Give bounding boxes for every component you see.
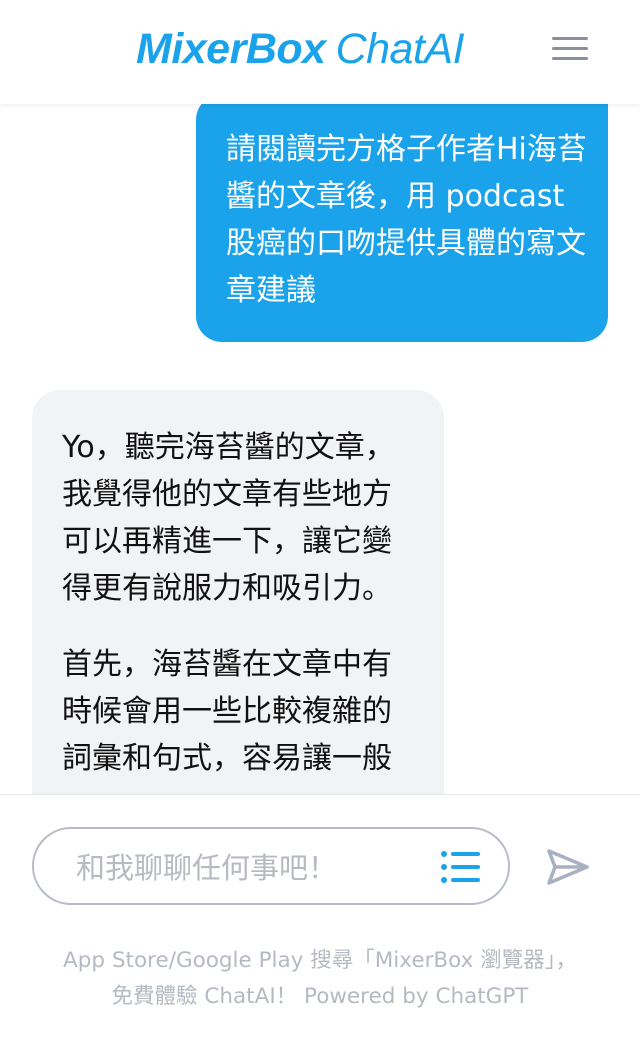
mixerbox-chatai-logo[interactable]: MixerBox ChatAI — [136, 22, 465, 76]
chat-thread[interactable]: 請閱讀完方格子作者Hi海苔醬的文章後，用 podcast 股癌的口吻提供具體的寫… — [0, 104, 640, 794]
assistant-paragraph: 首先，海苔醬在文章中有時候會用一些比較複雜的詞彙和句式，容易讓一般 — [62, 647, 392, 776]
footer-line-1: App Store/Google Play 搜尋「MixerBox 瀏覽器」， — [63, 948, 577, 973]
hamburger-menu-icon[interactable] — [548, 32, 592, 66]
list-icon[interactable] — [440, 849, 482, 885]
message-input-box[interactable] — [32, 827, 510, 905]
user-message-text: 請閱讀完方格子作者Hi海苔醬的文章後，用 podcast 股癌的口吻提供具體的寫… — [226, 132, 587, 308]
user-message-bubble: 請閱讀完方格子作者Hi海苔醬的文章後，用 podcast 股癌的口吻提供具體的寫… — [196, 104, 608, 342]
assistant-message-bubble: Yo，聽完海苔醬的文章，我覺得他的文章有些地方可以再精進一下，讓它變得更有說服力… — [32, 390, 444, 794]
send-icon[interactable] — [544, 847, 592, 887]
logo-product: ChatAI — [335, 25, 465, 73]
assistant-paragraph: Yo，聽完海苔醬的文章，我覺得他的文章有些地方可以再精進一下，讓它變得更有說服力… — [62, 430, 395, 606]
footer-line-2: 免費體驗 ChatAI！ Powered by ChatGPT — [111, 984, 529, 1009]
composer: App Store/Google Play 搜尋「MixerBox 瀏覽器」， … — [0, 794, 640, 1041]
logo-brand: MixerBox — [136, 25, 326, 73]
message-input[interactable] — [74, 843, 418, 893]
header: MixerBox ChatAI — [0, 0, 640, 104]
footer-promo: App Store/Google Play 搜尋「MixerBox 瀏覽器」， … — [0, 943, 640, 1015]
